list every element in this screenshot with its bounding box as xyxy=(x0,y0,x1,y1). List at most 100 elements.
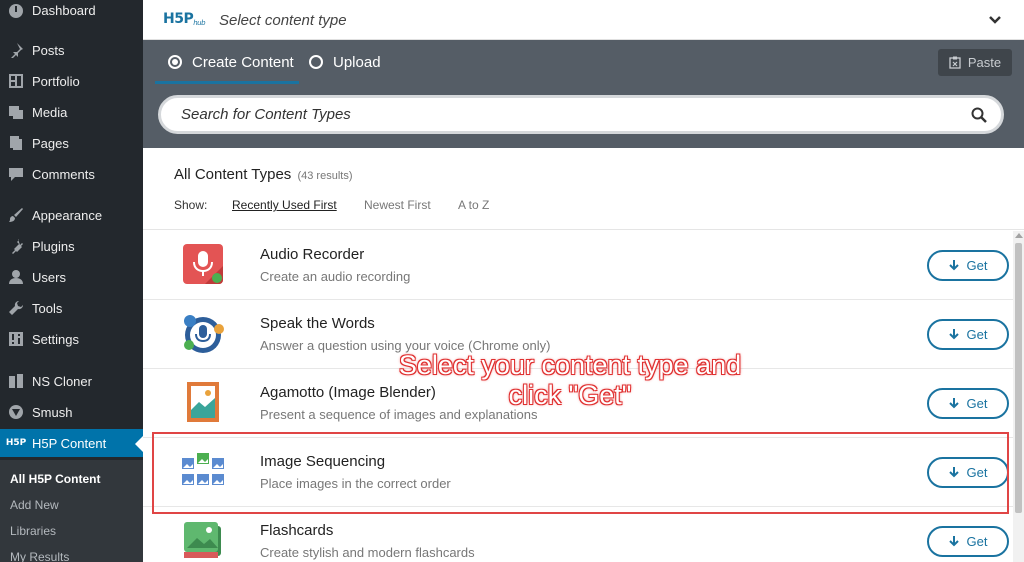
sidebar-item-h5p-content[interactable]: H5P H5P Content xyxy=(0,429,143,457)
sidebar-item-comments[interactable]: Comments xyxy=(0,160,143,188)
clipboard-icon xyxy=(949,56,961,69)
sidebar-item-tools[interactable]: Tools xyxy=(0,294,143,322)
list-item[interactable]: Audio Recorder Create an audio recording… xyxy=(143,231,1013,300)
search-icon[interactable] xyxy=(971,107,987,123)
plug-icon xyxy=(6,238,26,254)
arrow-down-icon xyxy=(948,467,959,478)
sidebar-item-label: Settings xyxy=(32,331,79,347)
h5p-hub-panel: H5Phub Select content type Create Conten… xyxy=(143,0,1024,562)
sidebar-item-label: Portfolio xyxy=(32,73,80,89)
get-button[interactable]: Get xyxy=(927,319,1009,350)
tab-upload[interactable]: Upload xyxy=(309,40,381,84)
search-area xyxy=(143,84,1024,148)
sort-recently-used[interactable]: Recently Used First xyxy=(232,198,337,212)
pin-icon xyxy=(6,42,26,58)
sidebar-item-pages[interactable]: Pages xyxy=(0,129,143,157)
sidebar-item-users[interactable]: Users xyxy=(0,263,143,291)
content-type-description: Create an audio recording xyxy=(260,269,411,284)
get-button[interactable]: Get xyxy=(927,250,1009,281)
get-button[interactable]: Get xyxy=(927,457,1009,488)
show-label: Show: xyxy=(174,198,208,212)
sidebar-item-label: Comments xyxy=(32,166,95,182)
dashboard-icon xyxy=(6,2,26,18)
sidebar-item-label: Users xyxy=(32,269,66,285)
content-type-title: Audio Recorder xyxy=(260,246,365,263)
sidebar-item-label: NS Cloner xyxy=(32,373,92,389)
sort-newest-first[interactable]: Newest First xyxy=(364,198,431,212)
sidebar-item-plugins[interactable]: Plugins xyxy=(0,232,143,260)
screen: Dashboard Posts Portfolio Media Pages Co… xyxy=(0,0,1024,562)
content-type-title: Image Sequencing xyxy=(260,453,386,470)
sidebar-item-smush[interactable]: Smush xyxy=(0,398,143,426)
arrow-down-icon xyxy=(948,329,959,340)
sidebar-item-label: Pages xyxy=(32,135,69,151)
pages-icon xyxy=(6,135,26,151)
submenu-add-new[interactable]: Add New xyxy=(10,498,59,512)
wrench-icon xyxy=(6,300,26,316)
brush-icon xyxy=(6,207,26,223)
scroll-up-arrow-icon[interactable] xyxy=(1015,233,1023,238)
sidebar-item-label: H5P Content xyxy=(32,435,107,451)
arrow-down-icon xyxy=(948,536,959,547)
sidebar-item-dashboard[interactable]: Dashboard xyxy=(0,0,143,24)
radio-unselected-icon xyxy=(309,55,323,69)
chevron-down-icon[interactable] xyxy=(988,13,1002,27)
sidebar-item-media[interactable]: Media xyxy=(0,98,143,126)
h5p-icon: H5P xyxy=(5,438,27,448)
annotation-line-1: Select your content type and xyxy=(398,350,742,380)
paste-label: Paste xyxy=(967,55,1002,70)
audio-recorder-icon xyxy=(183,244,223,284)
image-sequencing-icon xyxy=(182,453,224,485)
sidebar-item-posts[interactable]: Posts xyxy=(0,36,143,64)
instruction-annotation: Select your content type and click "Get" xyxy=(370,350,770,410)
arrow-down-icon xyxy=(948,398,959,409)
sidebar-item-portfolio[interactable]: Portfolio xyxy=(0,67,143,95)
search-input[interactable] xyxy=(181,106,941,123)
sidebar-item-label: Media xyxy=(32,104,68,120)
content-type-description: Place images in the correct order xyxy=(260,476,451,491)
tab-create-content[interactable]: Create Content xyxy=(168,40,294,84)
tab-label: Upload xyxy=(333,53,381,71)
search-box xyxy=(158,95,1004,134)
h5p-hub-logo: H5Phub xyxy=(163,11,206,27)
submenu-all-h5p-content[interactable]: All H5P Content xyxy=(10,472,100,486)
filter-area: All Content Types (43 results) Show: Rec… xyxy=(143,148,1024,230)
list-item[interactable]: Flashcards Create stylish and modern fla… xyxy=(143,507,1013,562)
hub-title: Select content type xyxy=(219,12,347,29)
active-indicator xyxy=(135,436,143,452)
sidebar-item-label: Tools xyxy=(32,300,63,316)
content-type-title: Speak the Words xyxy=(260,315,375,332)
media-icon xyxy=(6,104,26,120)
content-type-description: Create stylish and modern flashcards xyxy=(260,545,475,560)
cloner-icon xyxy=(6,373,26,389)
content-types-heading: All Content Types (43 results) xyxy=(174,166,353,183)
submenu-my-results[interactable]: My Results xyxy=(10,550,69,562)
list-item[interactable]: Image Sequencing Place images in the cor… xyxy=(143,438,1013,507)
portfolio-icon xyxy=(6,73,26,89)
comment-icon xyxy=(6,166,26,182)
get-button[interactable]: Get xyxy=(927,526,1009,557)
sidebar-item-settings[interactable]: Settings xyxy=(0,325,143,353)
tab-bar: Create Content Upload Paste xyxy=(143,40,1024,84)
hub-header[interactable]: H5Phub Select content type xyxy=(143,0,1024,40)
agamotto-icon xyxy=(187,382,219,422)
sort-a-to-z[interactable]: A to Z xyxy=(458,198,489,212)
results-count: (43 results) xyxy=(297,170,353,182)
user-icon xyxy=(6,269,26,285)
sidebar-item-ns-cloner[interactable]: NS Cloner xyxy=(0,367,143,395)
paste-button[interactable]: Paste xyxy=(938,49,1012,76)
content-type-title: Flashcards xyxy=(260,522,334,539)
sidebar-item-label: Smush xyxy=(32,404,73,420)
submenu-libraries[interactable]: Libraries xyxy=(10,524,56,538)
scroll-thumb[interactable] xyxy=(1015,243,1022,513)
sidebar-item-appearance[interactable]: Appearance xyxy=(0,201,143,229)
speak-the-words-icon xyxy=(184,315,224,353)
get-button[interactable]: Get xyxy=(927,388,1009,419)
annotation-line-2: click "Get" xyxy=(508,380,632,410)
list-scrollbar[interactable] xyxy=(1013,231,1024,562)
sidebar-item-label: Dashboard xyxy=(32,2,96,18)
flashcards-icon xyxy=(184,522,221,558)
tab-label: Create Content xyxy=(192,53,294,71)
arrow-down-icon xyxy=(948,260,959,271)
admin-sidebar: Dashboard Posts Portfolio Media Pages Co… xyxy=(0,0,143,562)
